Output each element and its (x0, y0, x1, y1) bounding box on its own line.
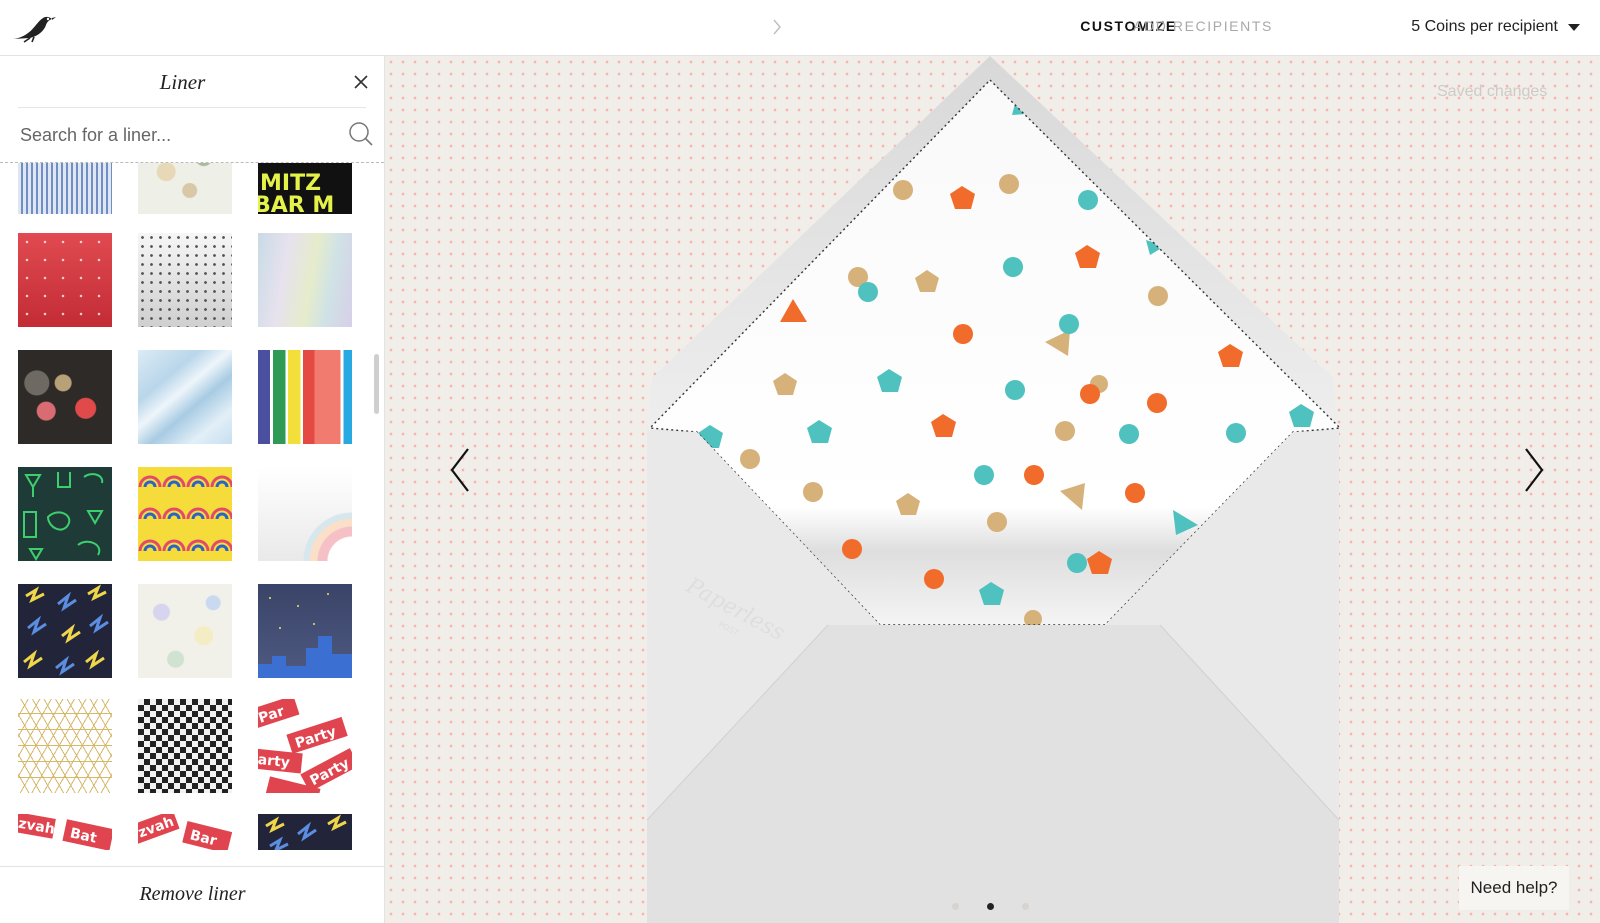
liner-swatch[interactable] (18, 584, 112, 678)
svg-text:arty: arty (258, 752, 291, 771)
bar-icons-pattern (23, 472, 104, 561)
liner-swatch[interactable] (18, 350, 112, 444)
liner-swatch[interactable] (258, 467, 352, 561)
chevron-left-icon[interactable] (446, 445, 476, 495)
liner-swatch[interactable] (18, 699, 112, 793)
bar-mitzvah-tags-pattern: zvah Bar (138, 814, 232, 850)
caret-down-icon (1568, 23, 1580, 31)
liner-swatch[interactable] (258, 233, 352, 327)
coins-label: 5 Coins per recipient (1411, 18, 1558, 35)
liner-swatch[interactable] (18, 163, 112, 214)
liner-swatch[interactable]: zvah Bat (18, 814, 112, 850)
search-bar (0, 108, 384, 160)
carousel-dot[interactable] (952, 903, 959, 910)
city-pattern (258, 593, 352, 678)
coins-dropdown[interactable]: 5 Coins per recipient (1411, 18, 1580, 36)
liner-swatch[interactable] (138, 163, 232, 214)
liner-swatch[interactable]: Par Party arty Party (258, 699, 352, 793)
liner-swatch[interactable] (18, 233, 112, 327)
liner-grid: MITZ BAR M Par Party arty Party zvah Bat… (0, 163, 372, 850)
liner-swatch[interactable] (258, 350, 352, 444)
remove-liner-button[interactable]: Remove liner (0, 883, 385, 906)
mitzvah-text-pattern: MITZBAR M (258, 171, 334, 214)
chevron-right-icon[interactable] (1518, 445, 1548, 495)
liner-swatch[interactable] (18, 467, 112, 561)
liner-swatch[interactable]: zvah Bar (138, 814, 232, 850)
liner-swatch[interactable]: MITZ BAR M (258, 163, 352, 214)
panel-scrollbar[interactable] (374, 354, 379, 414)
need-help-button[interactable]: Need help? (1459, 866, 1569, 910)
chevron-right-icon (773, 19, 781, 35)
scribbles-pattern (23, 584, 109, 676)
carousel-dot-active[interactable] (987, 903, 994, 910)
scribbles-pattern (265, 814, 347, 850)
search-input[interactable] (20, 120, 330, 150)
remove-liner-bar: Remove liner (0, 866, 384, 923)
carousel-dots (952, 903, 1029, 910)
svg-text:BAR M: BAR M (258, 193, 334, 214)
party-tags-pattern: Par Party arty Party (258, 699, 352, 793)
liner-swatch[interactable] (138, 467, 232, 561)
liner-swatch[interactable] (138, 584, 232, 678)
search-icon[interactable] (347, 120, 375, 148)
liner-swatch[interactable] (138, 233, 232, 327)
liner-swatch[interactable] (138, 699, 232, 793)
panel-title: Liner (159, 70, 206, 94)
liner-swatch[interactable] (138, 350, 232, 444)
saved-status: Saved changes (1437, 83, 1548, 100)
carousel-dot[interactable] (1022, 903, 1029, 910)
liner-swatch[interactable] (258, 584, 352, 678)
close-icon[interactable] (351, 72, 371, 92)
liner-swatch[interactable] (258, 814, 352, 850)
rainbows-pattern (138, 475, 232, 552)
svg-text:zvah: zvah (138, 814, 176, 841)
bird-logo-icon[interactable] (10, 9, 56, 43)
liner-panel: Liner MITZBAR M (0, 56, 385, 923)
bat-mitzvah-tags-pattern: zvah Bat (18, 814, 112, 850)
top-bar: CUSTOMIZE ADD RECIPIENTS 5 Coins per rec… (0, 0, 1600, 56)
